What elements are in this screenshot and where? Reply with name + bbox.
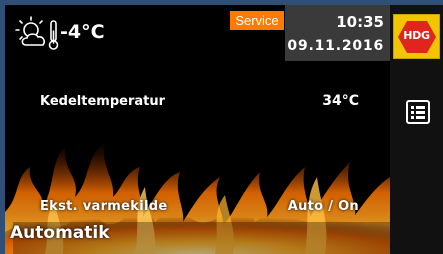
outdoor-temperature: -4°C <box>60 21 105 43</box>
boiler-temperature-value: 34°C <box>322 93 359 109</box>
status-header: -4°C Service 10:35 09.11.2016 <box>5 5 390 61</box>
hdg-logo-button[interactable]: HDG <box>393 14 440 59</box>
boiler-temperature-label: Kedeltemperatur <box>40 94 166 109</box>
operating-mode-label: Automatik <box>10 223 110 243</box>
external-heat-source-value: Auto / On <box>287 199 359 214</box>
clock-date: 09.11.2016 <box>287 38 384 54</box>
service-button[interactable]: Service <box>230 11 284 30</box>
external-heat-source-label: Ekst. varmekilde <box>40 199 168 214</box>
list-menu-icon[interactable] <box>405 99 431 125</box>
sun-cloud-thermometer-icon <box>15 16 59 50</box>
clock-time: 10:35 <box>336 13 384 31</box>
logo-text: HDG <box>403 29 430 42</box>
display-screen: -4°C Service 10:35 09.11.2016 Kedeltempe… <box>5 5 390 254</box>
datetime-panel: 10:35 09.11.2016 <box>285 5 390 61</box>
